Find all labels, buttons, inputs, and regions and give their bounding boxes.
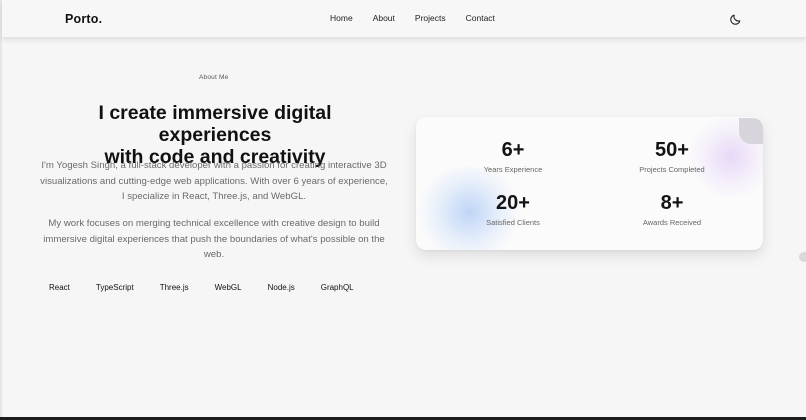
skill-tag-threejs: Three.js: [159, 283, 189, 292]
nav-link-projects[interactable]: Projects: [415, 13, 446, 23]
stat-value: 6+: [501, 139, 525, 161]
stat-value: 8+: [660, 192, 684, 214]
brand-logo[interactable]: Porto.: [65, 12, 102, 26]
stat-label: Years Experience: [483, 165, 543, 174]
nav-link-home[interactable]: Home: [330, 13, 353, 23]
skill-tag-nodejs: Node.js: [267, 283, 295, 292]
top-navbar: Porto. Home About Projects Contact: [2, 0, 806, 38]
stat-value: 20+: [496, 192, 530, 214]
theme-toggle-button[interactable]: [729, 13, 742, 26]
stat-value: 50+: [655, 139, 689, 161]
stat-years-experience: 6+ Years Experience: [453, 139, 573, 174]
stat-awards-received: 8+ Awards Received: [612, 192, 732, 227]
stat-label: Projects Completed: [639, 165, 705, 174]
nav-links: Home About Projects Contact: [330, 13, 495, 23]
scroll-handle[interactable]: [799, 252, 806, 262]
bio-paragraph: I'm Yogesh Singh, a full-stack developer…: [40, 160, 388, 202]
moon-icon: [730, 14, 741, 25]
skill-tag-webgl: WebGL: [214, 283, 242, 292]
skill-tag-graphql: GraphQL: [320, 283, 354, 292]
stat-label: Satisfied Clients: [486, 218, 540, 227]
stat-projects-completed: 50+ Projects Completed: [612, 139, 732, 174]
skill-tag-react: React: [49, 283, 70, 292]
skills-list: React TypeScript Three.js WebGL Node.js …: [40, 282, 363, 294]
headline-line-1: I create immersive digital experiences: [98, 102, 332, 146]
stat-label: Awards Received: [642, 218, 702, 227]
nav-link-about[interactable]: About: [373, 13, 395, 23]
skill-tag-typescript: TypeScript: [95, 283, 134, 292]
stat-satisfied-clients: 20+ Satisfied Clients: [453, 192, 573, 227]
section-tag: About Me: [199, 74, 229, 81]
stats-card: 6+ Years Experience 50+ Projects Complet…: [416, 117, 763, 250]
focus-paragraph: My work focuses on merging technical exc…: [43, 218, 385, 260]
card-corner-decoration: [739, 118, 763, 144]
window-left-border: [0, 0, 2, 420]
nav-link-contact[interactable]: Contact: [466, 13, 495, 23]
